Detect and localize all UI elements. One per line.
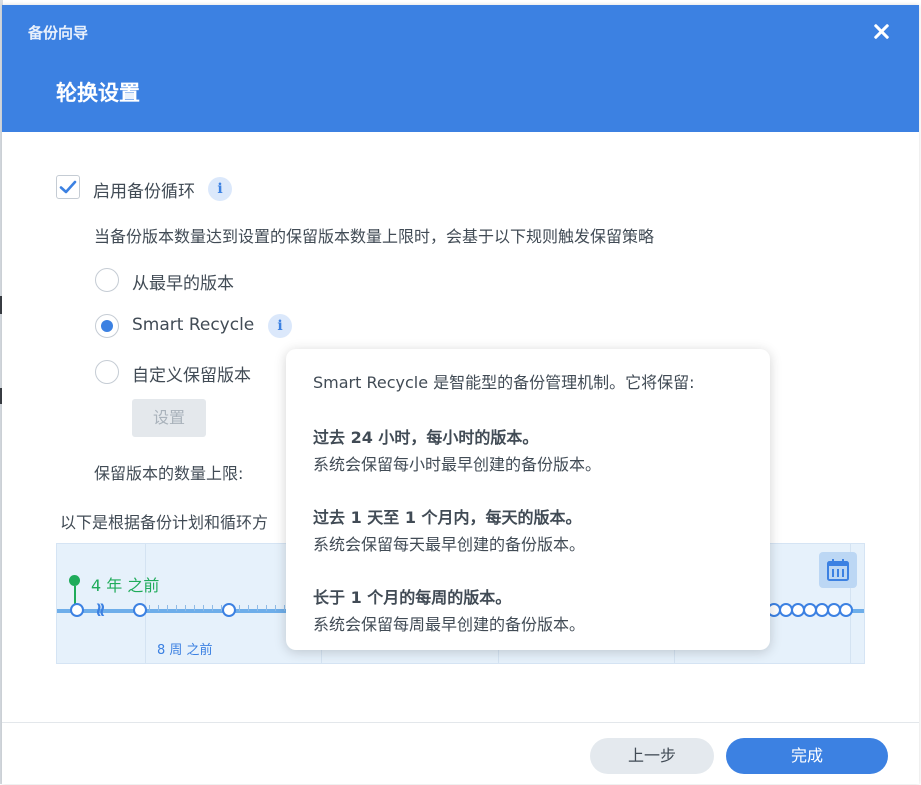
timeline-tick <box>266 605 267 611</box>
tooltip-rule-detail: 系统会保留每天最早创建的备份版本。 <box>313 535 586 554</box>
dialog-header: 备份向导 轮换设置 <box>2 5 919 132</box>
enable-rotation-checkbox[interactable] <box>56 175 80 199</box>
timeline-tick <box>275 605 276 611</box>
info-icon[interactable]: i <box>208 177 232 201</box>
version-node <box>222 603 236 617</box>
version-limit-label: 保留版本的数量上限: <box>94 464 244 483</box>
years-ago-label: 4 年 之前 <box>91 576 160 595</box>
weeks-ago-label: 8 周 之前 <box>157 643 213 658</box>
dialog-footer: 上一步 完成 <box>2 722 919 785</box>
timeline-tick <box>185 605 186 611</box>
window-title: 备份向导 <box>28 24 89 42</box>
timeline-tick <box>176 605 177 611</box>
finish-button[interactable]: 完成 <box>726 738 888 774</box>
tooltip-rule-title: 过去 24 小时，每小时的版本。 <box>313 428 539 447</box>
radio-custom-retention[interactable] <box>95 360 119 384</box>
calendar-icon[interactable] <box>819 552 857 588</box>
timeline-tick <box>167 605 168 611</box>
version-node <box>839 603 853 617</box>
radio-earliest-version[interactable] <box>95 268 119 292</box>
smart-recycle-tooltip: Smart Recycle 是智能型的备份管理机制。它将保留: 过去 24 小时… <box>286 349 770 650</box>
tooltip-intro: Smart Recycle 是智能型的备份管理机制。它将保留: <box>313 373 695 392</box>
timeline-tick <box>158 605 159 611</box>
tooltip-rule-title: 过去 1 天至 1 个月内，每天的版本。 <box>313 508 582 527</box>
timeline-break-icon: ≀≀ <box>95 597 106 621</box>
radio-smart-recycle[interactable] <box>95 314 119 338</box>
radio-smart-recycle-label: Smart Recycle <box>132 315 255 335</box>
timeline-tick <box>149 605 150 611</box>
timeline-description: 以下是根据备份计划和循环方 <box>60 513 269 532</box>
timeline-tick <box>203 605 204 611</box>
radio-earliest-version-label: 从最早的版本 <box>132 274 234 294</box>
timeline-tick <box>284 605 285 611</box>
info-icon[interactable]: i <box>268 314 292 338</box>
tooltip-rule-detail: 系统会保留每小时最早创建的备份版本。 <box>313 455 602 474</box>
version-node <box>133 603 147 617</box>
rotation-description: 当备份版本数量达到设置的保留版本数量上限时，会基于以下规则触发保留策略 <box>94 227 655 246</box>
step-title: 轮换设置 <box>56 81 140 105</box>
close-icon[interactable] <box>870 21 892 43</box>
timeline-tick <box>212 605 213 611</box>
tooltip-rule-title: 长于 1 个月的每周的版本。 <box>313 588 512 607</box>
timeline-tick <box>239 605 240 611</box>
radio-custom-retention-label: 自定义保留版本 <box>132 366 251 386</box>
back-button[interactable]: 上一步 <box>590 738 714 774</box>
tooltip-rule-detail: 系统会保留每周最早创建的备份版本。 <box>313 615 586 634</box>
timeline-tick <box>257 605 258 611</box>
timeline-tick <box>248 605 249 611</box>
timeline-tick <box>194 605 195 611</box>
checkmark-icon <box>59 180 77 194</box>
settings-button: 设置 <box>132 399 206 437</box>
enable-rotation-label: 启用备份循环 <box>93 182 195 202</box>
version-node <box>70 603 84 617</box>
oldest-version-marker <box>69 575 80 586</box>
